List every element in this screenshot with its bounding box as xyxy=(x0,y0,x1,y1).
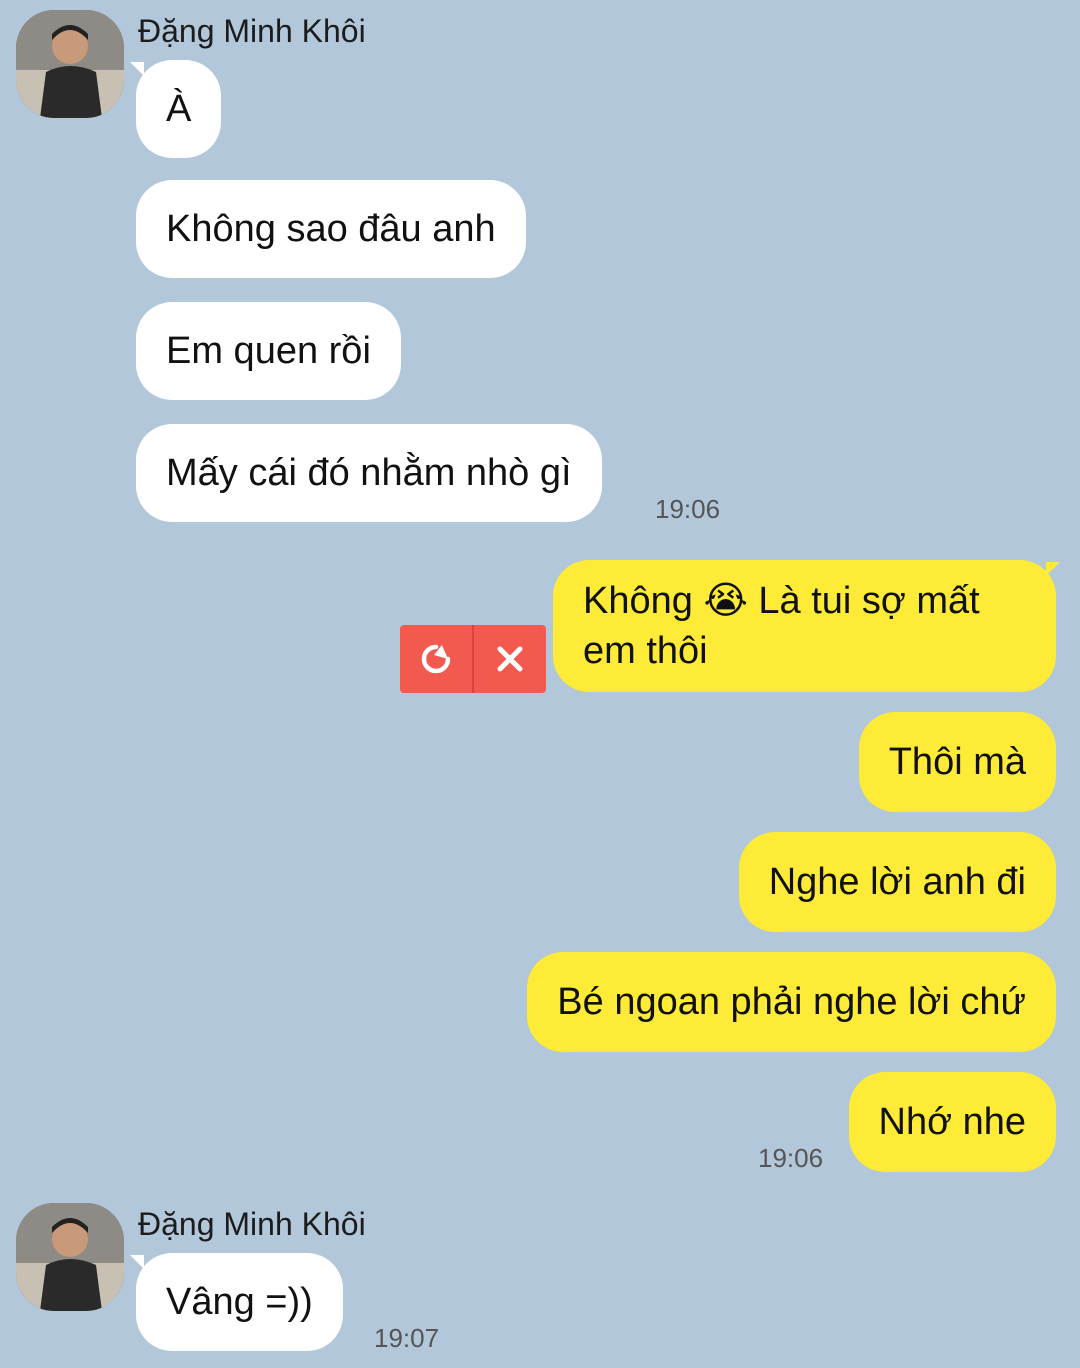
outgoing-message[interactable]: Bé ngoan phải nghe lời chứ xyxy=(527,952,1056,1052)
message-timestamp: 19:06 xyxy=(758,1143,824,1173)
retry-icon xyxy=(421,644,451,674)
message-timestamp: 19:07 xyxy=(374,1323,440,1353)
sender-name: Đặng Minh Khôi xyxy=(138,13,366,49)
message-line: em thôi xyxy=(583,630,708,672)
message-line: Không 😭 Là tui sợ mất xyxy=(583,580,980,622)
failed-send-actions xyxy=(400,625,546,693)
avatar-photo xyxy=(16,10,124,118)
avatar-photo xyxy=(16,1203,124,1311)
retry-button[interactable] xyxy=(400,625,472,693)
incoming-message[interactable]: Mấy cái đó nhằm nhò gì xyxy=(136,424,602,522)
incoming-message[interactable]: Vâng =)) xyxy=(136,1253,343,1351)
outgoing-message-failed[interactable]: Không 😭 Là tui sợ mất em thôi xyxy=(553,560,1056,692)
incoming-message[interactable]: Em quen rồi xyxy=(136,302,401,400)
outgoing-message[interactable]: Thôi mà xyxy=(858,712,1056,812)
delete-button[interactable] xyxy=(474,625,546,693)
message-timestamp: 19:06 xyxy=(655,494,721,524)
avatar[interactable] xyxy=(16,10,124,118)
sender-name: Đặng Minh Khôi xyxy=(138,1206,366,1242)
close-icon xyxy=(497,646,523,672)
incoming-message[interactable]: Không sao đâu anh xyxy=(136,180,526,278)
incoming-message[interactable]: À xyxy=(136,60,222,158)
avatar[interactable] xyxy=(16,1203,124,1311)
outgoing-message[interactable]: Nghe lời anh đi xyxy=(738,832,1056,932)
outgoing-message[interactable]: Nhớ nhe xyxy=(848,1072,1056,1172)
